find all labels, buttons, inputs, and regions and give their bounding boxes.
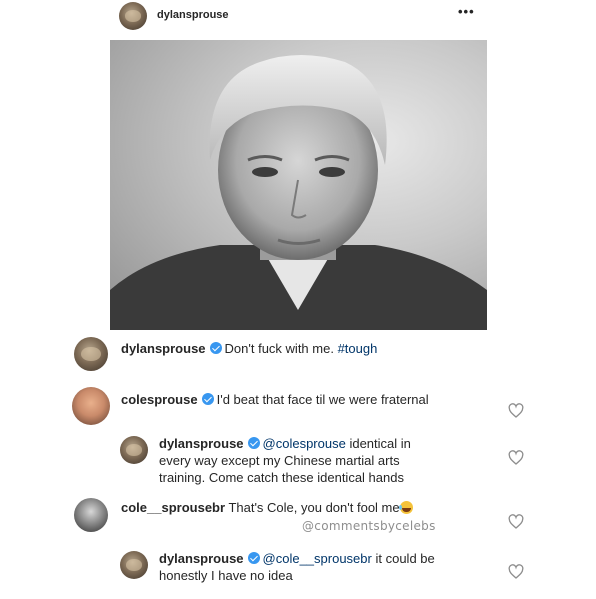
hashtag-link[interactable]: #tough (338, 341, 378, 356)
heart-icon[interactable] (508, 564, 524, 580)
verified-badge-icon (247, 437, 260, 449)
comment: colesprouse I'd beat that face til we wer… (0, 382, 596, 432)
laughing-crying-emoji-icon (398, 501, 413, 514)
avatar[interactable] (120, 551, 148, 579)
comment-text: training. Come catch these identical han… (159, 470, 404, 485)
comment-reply: dylansprouse @colesprouse identical in ev… (0, 432, 596, 490)
watermark: @commentsbycelebs (302, 519, 436, 533)
comment-username[interactable]: cole__sprousebr (121, 500, 225, 515)
comment-text: identical in (349, 436, 411, 451)
avatar[interactable] (120, 436, 148, 464)
verified-badge-icon (201, 393, 214, 405)
comment-username[interactable]: dylansprouse (159, 551, 244, 566)
comment: cole__sprousebr That's Cole, you don't f… (0, 492, 596, 542)
mention-link[interactable]: @cole__sprousebr (263, 551, 372, 566)
comment-text: every way except my Chinese martial arts (159, 453, 400, 468)
comment-text: honestly I have no idea (159, 568, 293, 583)
avatar[interactable] (72, 387, 110, 425)
avatar[interactable] (74, 337, 108, 371)
mention-link[interactable]: @colesprouse (263, 436, 346, 451)
avatar[interactable] (119, 2, 147, 30)
caption-username[interactable]: dylansprouse (121, 341, 206, 356)
comment-username[interactable]: colesprouse (121, 392, 198, 407)
post-header: dylansprouse ••• (0, 0, 596, 36)
heart-icon[interactable] (508, 514, 524, 530)
verified-badge-icon (247, 552, 260, 564)
heart-icon[interactable] (508, 403, 524, 419)
portrait-image (110, 55, 487, 330)
post-username[interactable]: dylansprouse (157, 9, 229, 21)
avatar[interactable] (74, 498, 108, 532)
comment-text: I'd beat that face til we were fraternal (216, 392, 429, 407)
comment-username[interactable]: dylansprouse (159, 436, 244, 451)
heart-icon[interactable] (508, 450, 524, 466)
comment-reply: dylansprouse @cole__sprousebr it could be… (0, 547, 596, 591)
verified-badge-icon (209, 342, 222, 354)
comment-text: it could be (375, 551, 435, 566)
more-horizontal-icon[interactable]: ••• (458, 4, 475, 19)
comment-text: That's Cole, you don't fool me (228, 500, 400, 515)
caption: dylansprouse Don't fuck with me. #tough (0, 332, 596, 376)
post-photo[interactable] (110, 40, 487, 330)
caption-text: Don't fuck with me. (224, 341, 334, 356)
